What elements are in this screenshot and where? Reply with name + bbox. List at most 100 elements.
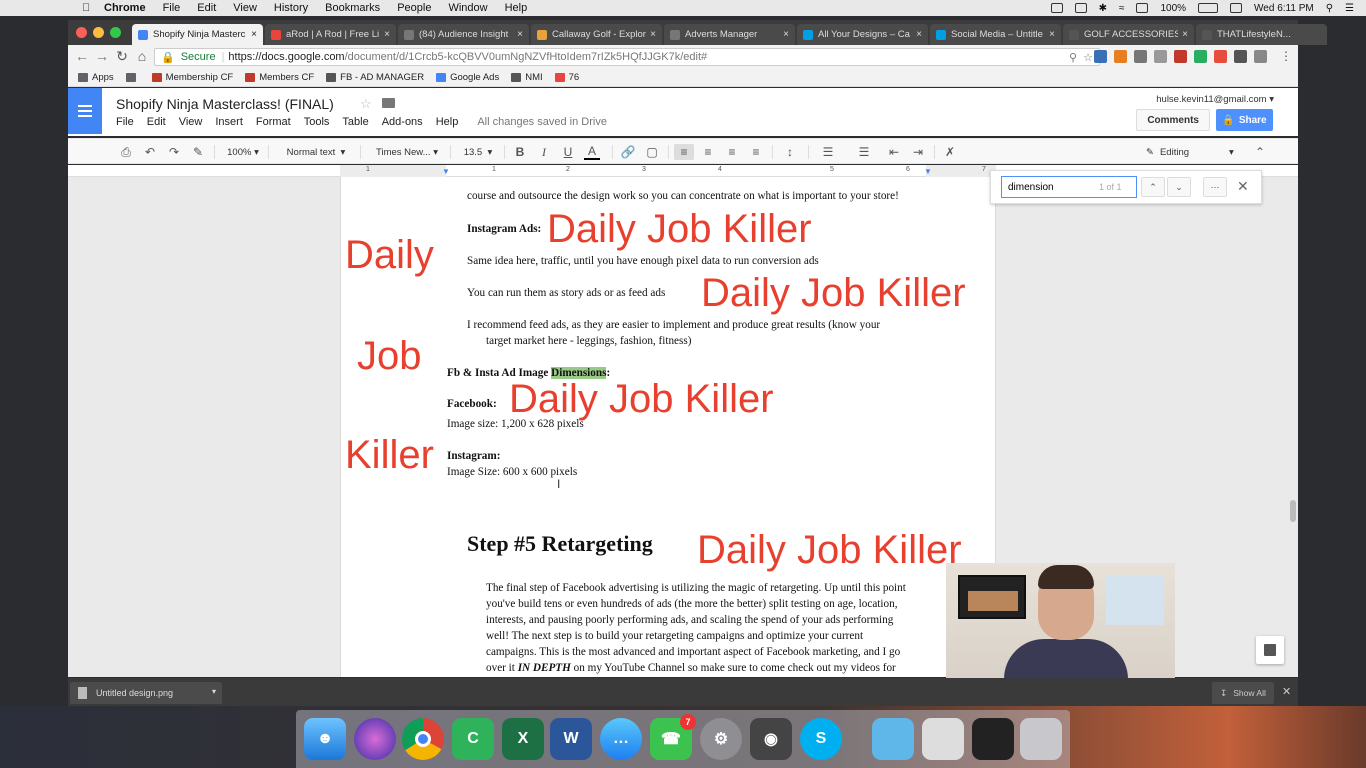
browser-tab[interactable]: (84) Audience Insight × [398, 24, 529, 45]
zoom-select[interactable]: 100% ▾ [224, 144, 262, 160]
bookmark-item[interactable]: FB - AD MANAGER [326, 72, 424, 83]
close-tab-icon[interactable]: × [517, 29, 523, 40]
facetime-icon[interactable]: ☎ 7 [650, 714, 696, 760]
document-page[interactable]: course and outsource the design work so … [340, 177, 996, 677]
right-indent-marker-icon[interactable]: ▼ [924, 167, 932, 176]
menubar-edit[interactable]: Edit [197, 2, 216, 14]
bulleted-list-icon[interactable]: ☰ [852, 144, 876, 160]
align-center-icon[interactable]: ≡ [700, 144, 716, 160]
indent-marker-icon[interactable]: ▼ [442, 167, 450, 176]
bookmark-item[interactable]: Apps [78, 72, 114, 83]
facebook-heading[interactable]: Facebook: [447, 396, 497, 412]
close-downloads-icon[interactable]: ✕ [1282, 685, 1291, 698]
comment-icon[interactable]: ▢ [644, 144, 660, 160]
close-tab-icon[interactable]: × [650, 29, 656, 40]
print-icon[interactable]: ⎙ [118, 144, 134, 160]
paragraph[interactable]: course and outsource the design work so … [467, 188, 899, 204]
finder-icon[interactable]: ☻ [304, 718, 346, 760]
system-preferences-icon[interactable]: ⚙ [700, 718, 742, 760]
docs-menu-tools[interactable]: Tools [304, 116, 330, 128]
chrome-icon[interactable] [402, 718, 444, 760]
align-left-icon[interactable]: ≡ [674, 144, 694, 160]
word-icon[interactable]: W [550, 718, 592, 760]
close-find-icon[interactable]: ✕ [1237, 178, 1249, 195]
bookmark-star-icon[interactable]: ☆ [1083, 51, 1093, 64]
close-tab-icon[interactable]: × [1049, 29, 1055, 40]
text-color-icon[interactable]: A [584, 144, 600, 160]
browser-tab[interactable]: THATLifestyleN... [1196, 24, 1327, 45]
undo-icon[interactable]: ↶ [142, 144, 158, 160]
bookmark-item[interactable]: Membership CF [151, 72, 233, 83]
menubar-app-name[interactable]: Chrome [104, 2, 146, 14]
extension-icon-2[interactable] [1114, 50, 1127, 63]
paragraph-line[interactable]: well! The next step is to build your ret… [486, 628, 863, 644]
siri-icon[interactable] [354, 718, 396, 760]
browser-tab[interactable]: Adverts Manager × [664, 24, 795, 45]
bookmark-item[interactable]: Google Ads [436, 72, 499, 83]
menubar-people[interactable]: People [397, 2, 431, 14]
line-spacing-icon[interactable]: ↕ [778, 144, 802, 160]
apple-menu-icon[interactable]:  [82, 2, 90, 14]
redo-icon[interactable]: ↷ [166, 144, 182, 160]
airplay-icon[interactable] [1136, 3, 1149, 13]
docs-logo-icon[interactable] [68, 88, 102, 134]
recent-app-icon[interactable] [972, 718, 1014, 760]
menubar-history[interactable]: History [274, 2, 308, 14]
bookmark-item[interactable]: 76 [554, 72, 579, 83]
download-item[interactable]: Untitled design.png ▾ [70, 682, 222, 704]
bookmark-item[interactable]: NMI [511, 72, 543, 83]
find-next-button[interactable]: ⌄ [1167, 177, 1191, 197]
menubar-bookmarks[interactable]: Bookmarks [325, 2, 380, 14]
browser-tab[interactable]: aRod | A Rod | Free Li × [265, 24, 396, 45]
italic-icon[interactable]: I [536, 144, 552, 160]
home-button[interactable]: ⌂ [132, 48, 152, 64]
extension-icon-7[interactable] [1214, 50, 1227, 63]
wifi-icon[interactable]: ≈ [1119, 3, 1125, 14]
browser-tab[interactable]: GOLF ACCESSORIES × [1063, 24, 1194, 45]
star-icon[interactable]: ☆ [360, 96, 372, 112]
menubar-help[interactable]: Help [505, 2, 528, 14]
close-window-button[interactable] [76, 27, 87, 38]
font-size-select[interactable]: 13.5 ▾ [458, 144, 498, 160]
browser-tab[interactable]: Social Media – Untitle × [930, 24, 1061, 45]
close-tab-icon[interactable]: × [384, 29, 390, 40]
paragraph-line[interactable]: The final step of Facebook advertising i… [486, 580, 906, 596]
step5-heading[interactable]: Step #5 Retargeting [467, 531, 653, 557]
paragraph-style-select[interactable]: Normal text ▾ [278, 144, 354, 160]
extension-icon-6[interactable] [1194, 50, 1207, 63]
paragraph[interactable]: You can run them as story ads or as feed… [467, 285, 665, 301]
battery-icon[interactable] [1198, 3, 1219, 13]
paragraph[interactable]: I recommend feed ads, as they are easier… [467, 317, 880, 333]
flag-icon[interactable] [1230, 3, 1243, 13]
extension-icon-4[interactable] [1154, 50, 1167, 63]
reload-button[interactable]: ↻ [112, 48, 132, 65]
underline-icon[interactable]: U [560, 144, 576, 160]
save-status[interactable]: All changes saved in Drive [477, 116, 607, 128]
browser-tab[interactable]: Callaway Golf - Explor × [531, 24, 662, 45]
address-bar[interactable]: 🔒 Secure | https://docs.google.com/docum… [154, 48, 1100, 66]
scrollbar-thumb[interactable] [1290, 500, 1296, 522]
align-right-icon[interactable]: ≡ [724, 144, 740, 160]
trash-icon[interactable] [1020, 718, 1062, 760]
extension-icon-8[interactable] [1234, 50, 1247, 63]
back-button[interactable]: ← [72, 48, 92, 64]
browser-tab[interactable]: All Your Designs – Ca × [797, 24, 928, 45]
account-email[interactable]: hulse.kevin11@gmail.com ▾ [1156, 94, 1274, 105]
justify-icon[interactable]: ≡ [748, 144, 764, 160]
docs-menu-file[interactable]: File [116, 116, 134, 128]
paragraph-line[interactable]: interests, and pausing poorly performing… [486, 612, 893, 628]
close-tab-icon[interactable]: × [1182, 29, 1188, 40]
docs-menu-addons[interactable]: Add-ons [382, 116, 423, 128]
menubar-view[interactable]: View [233, 2, 257, 14]
document-title[interactable]: Shopify Ninja Masterclass! (FINAL) [116, 96, 334, 112]
show-all-button[interactable]: ↧ Show All [1212, 682, 1274, 704]
paragraph[interactable]: target market here - leggings, fashion, … [486, 333, 691, 349]
editing-mode-select[interactable]: ✎ Editing ▾ [1146, 144, 1238, 160]
docs-menu-edit[interactable]: Edit [147, 116, 166, 128]
browser-tab[interactable]: Shopify Ninja Masterc × [132, 24, 263, 45]
bookmark-item[interactable]: Members CF [245, 72, 314, 83]
paint-format-icon[interactable]: ✎ [190, 144, 206, 160]
close-tab-icon[interactable]: × [251, 29, 257, 40]
increase-indent-icon[interactable]: ⇥ [910, 144, 926, 160]
find-previous-button[interactable]: ⌃ [1141, 177, 1165, 197]
